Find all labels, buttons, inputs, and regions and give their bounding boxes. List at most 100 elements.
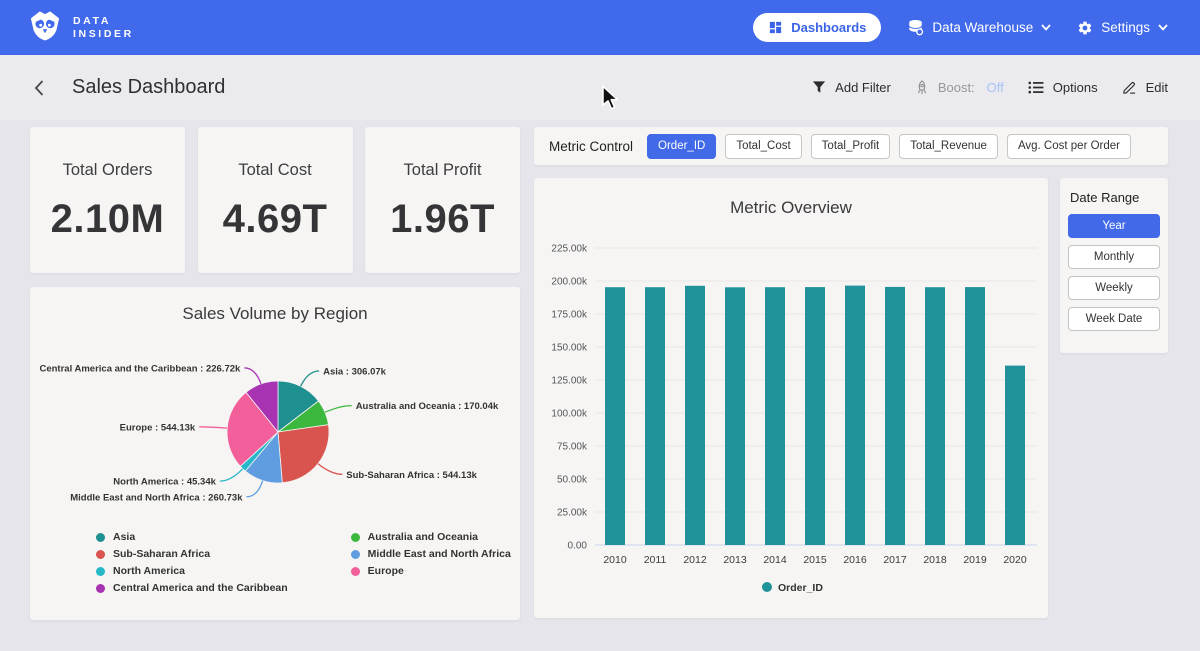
metric-option-total-profit[interactable]: Total_Profit	[811, 134, 891, 159]
add-filter-button[interactable]: Add Filter	[812, 80, 891, 95]
pie-leader-line	[325, 406, 352, 413]
y-tick-label: 0.00	[568, 541, 588, 552]
options-button[interactable]: Options	[1028, 80, 1098, 95]
legend-item-europe[interactable]: Europe	[351, 565, 511, 577]
legend-label: Central America and the Caribbean	[113, 582, 288, 594]
bar-2013[interactable]	[725, 287, 745, 545]
pie-slice-label: Europe : 544.13k	[120, 422, 196, 433]
pie-slice-label: North America : 45.34k	[113, 477, 216, 488]
y-tick-label: 125.00k	[551, 376, 588, 387]
legend-label: Sub-Saharan Africa	[113, 548, 210, 560]
x-tick-label: 2020	[1003, 554, 1027, 566]
nav-data-warehouse[interactable]: Data Warehouse	[907, 19, 1051, 36]
legend-dot	[96, 584, 105, 593]
x-tick-label: 2012	[683, 554, 707, 566]
pie-slice-label: Australia and Oceania : 170.04k	[356, 401, 499, 412]
metric-option-avg-cost-per-order[interactable]: Avg. Cost per Order	[1007, 134, 1131, 159]
bar-2011[interactable]	[645, 287, 665, 545]
date-range-option-weekly[interactable]: Weekly	[1068, 276, 1160, 300]
pie-legend: Asia Sub-Saharan Africa North America Centr…	[96, 531, 511, 594]
brand-line2: INSIDER	[73, 28, 134, 41]
kpi-label: Total Orders	[30, 161, 185, 180]
boost-toggle[interactable]: Boost: Off	[915, 80, 1004, 95]
database-icon	[907, 19, 924, 36]
metric-option-order-id[interactable]: Order_ID	[647, 134, 716, 159]
x-tick-label: 2014	[763, 554, 787, 566]
edit-button[interactable]: Edit	[1122, 80, 1168, 95]
x-tick-label: 2011	[644, 554, 667, 566]
legend-dot	[96, 533, 105, 542]
pie-leader-line	[244, 368, 261, 384]
y-tick-label: 175.00k	[551, 310, 588, 321]
page-header: Sales Dashboard Add Filter Boost:Off	[0, 55, 1200, 120]
legend-item-australia-and-oceania[interactable]: Australia and Oceania	[351, 531, 511, 543]
bar-2019[interactable]	[965, 287, 985, 545]
kpi-card-total-orders: Total Orders 2.10M	[30, 127, 185, 273]
owl-logo-icon	[28, 9, 62, 46]
edit-label: Edit	[1146, 80, 1168, 95]
legend-column: Asia Sub-Saharan Africa North America Centr…	[96, 531, 288, 594]
legend-item-sub-saharan-africa[interactable]: Sub-Saharan Africa	[96, 548, 288, 560]
date-range-option-week-date[interactable]: Week Date	[1068, 307, 1160, 331]
bar-2012[interactable]	[685, 286, 705, 545]
legend-label: North America	[113, 565, 185, 577]
pie-slice-label: Middle East and North Africa : 260.73k	[70, 492, 243, 503]
metric-option-total-revenue[interactable]: Total_Revenue	[899, 134, 998, 159]
bar-2020[interactable]	[1005, 366, 1025, 545]
bar-2014[interactable]	[765, 287, 785, 545]
metric-option-total-cost[interactable]: Total_Cost	[725, 134, 801, 159]
kpi-label: Total Cost	[198, 161, 353, 180]
y-tick-label: 25.00k	[557, 508, 588, 519]
bar-legend-label[interactable]: Order_ID	[778, 582, 823, 594]
bar-2018[interactable]	[925, 287, 945, 545]
x-tick-label: 2017	[883, 554, 907, 566]
date-range-option-monthly[interactable]: Monthly	[1068, 245, 1160, 269]
rocket-icon	[915, 80, 929, 95]
gear-icon	[1077, 20, 1093, 36]
header-actions: Add Filter Boost: Off	[812, 80, 1168, 95]
legend-item-asia[interactable]: Asia	[96, 531, 288, 543]
bar-2016[interactable]	[845, 286, 865, 545]
x-tick-label: 2019	[963, 554, 987, 566]
nav-settings-label: Settings	[1101, 20, 1150, 35]
pencil-icon	[1122, 80, 1137, 95]
legend-dot	[96, 567, 105, 576]
bar-2015[interactable]	[805, 287, 825, 545]
x-tick-label: 2013	[723, 554, 747, 566]
date-range-panel: Date Range Year Monthly Weekly Week Date	[1060, 178, 1168, 353]
date-range-option-year[interactable]: Year	[1068, 214, 1160, 238]
back-button[interactable]	[28, 75, 50, 101]
bar-2017[interactable]	[885, 287, 905, 545]
pie-leader-line	[199, 427, 227, 428]
y-tick-label: 100.00k	[551, 409, 588, 420]
pie-slice-label: Central America and the Caribbean : 226.…	[39, 363, 241, 374]
kpi-card-total-cost: Total Cost 4.69T	[198, 127, 353, 273]
dashboard-icon	[768, 20, 783, 35]
y-tick-label: 200.00k	[551, 277, 588, 288]
app-window: DATA INSIDER Dashboards	[0, 0, 1200, 651]
legend-dot	[351, 533, 360, 542]
legend-label: Middle East and North Africa	[368, 548, 511, 560]
pie-chart-card: Sales Volume by Region Asia : 306.07kAus…	[30, 287, 520, 620]
metric-control-bar: Metric Control Order_IDTotal_CostTotal_P…	[534, 127, 1168, 165]
y-tick-label: 75.00k	[557, 442, 588, 453]
pie-slice-label: Asia : 306.07k	[323, 367, 387, 378]
bar-2010[interactable]	[605, 287, 625, 545]
legend-item-middle-east-and-north-africa[interactable]: Middle East and North Africa	[351, 548, 511, 560]
legend-label: Asia	[113, 531, 135, 543]
brand[interactable]: DATA INSIDER	[28, 9, 134, 46]
nav-settings[interactable]: Settings	[1077, 20, 1168, 36]
legend-item-central-america-and-the-caribbean[interactable]: Central America and the Caribbean	[96, 582, 288, 594]
legend-label: Australia and Oceania	[368, 531, 478, 543]
metric-options: Order_ID Total_Cost Total_Profit Total_Reve…	[647, 134, 1131, 159]
legend-label: Europe	[368, 565, 404, 577]
pie-slice-sub-saharan-africa[interactable]	[278, 425, 329, 483]
legend-item-north-america[interactable]: North America	[96, 565, 288, 577]
y-tick-label: 50.00k	[557, 475, 588, 486]
boost-label: Boost:	[938, 80, 975, 95]
nav-dashboards-button[interactable]: Dashboards	[753, 13, 881, 42]
x-tick-label: 2015	[803, 554, 827, 566]
boost-value: Off	[987, 80, 1004, 95]
date-range-label: Date Range	[1070, 190, 1160, 205]
kpi-row: Total Orders 2.10M Total Cost 4.69T Tota…	[30, 127, 520, 273]
